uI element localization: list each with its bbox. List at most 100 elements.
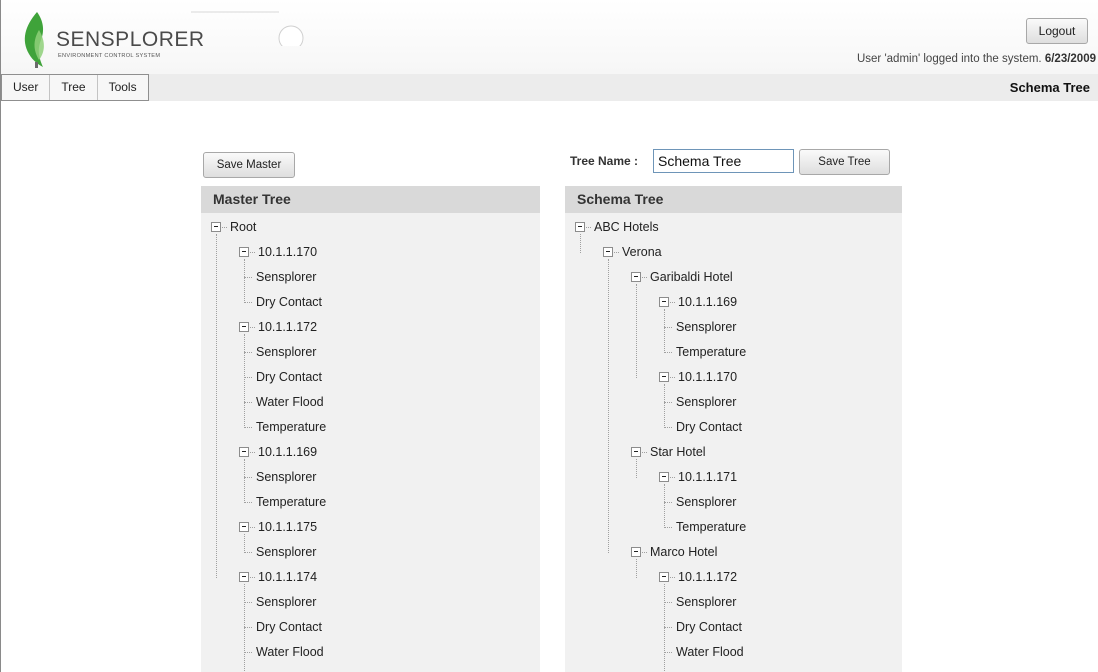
tree-branch-line: [244, 602, 252, 603]
tree-connector-line: [636, 559, 637, 578]
tree-branch-line: [244, 477, 252, 478]
tree-node-label[interactable]: Sensplorer: [676, 592, 736, 612]
tree-branch-line: [244, 277, 252, 278]
tree-node-label[interactable]: Dry Contact: [256, 617, 322, 637]
master-tree-title: Master Tree: [201, 186, 540, 213]
tree-node-label[interactable]: Dry Contact: [676, 417, 742, 437]
tree-branch-line: [664, 402, 672, 403]
tree-name-input[interactable]: [653, 149, 794, 173]
collapse-toggle-icon[interactable]: [631, 272, 641, 282]
tree-branch-line: [670, 577, 675, 578]
save-tree-button[interactable]: Save Tree: [799, 149, 890, 175]
tree-node-label[interactable]: Sensplorer: [256, 342, 316, 362]
tree-branch-line: [244, 402, 252, 403]
menu-item-user[interactable]: User: [2, 75, 51, 100]
tree-node-label[interactable]: Temperature: [676, 342, 746, 362]
tree-node-label[interactable]: Root: [230, 217, 256, 237]
collapse-toggle-icon[interactable]: [575, 222, 585, 232]
tree-node-label[interactable]: ABC Hotels: [594, 217, 659, 237]
tree-connector-line: [608, 259, 609, 553]
tree-branch-line: [250, 327, 255, 328]
collapse-toggle-icon[interactable]: [239, 247, 249, 257]
tree-node-label[interactable]: 10.1.1.170: [258, 242, 317, 262]
tree-connector-line: [244, 334, 245, 428]
collapse-toggle-icon[interactable]: [631, 447, 641, 457]
page-title: Schema Tree: [1009, 80, 1090, 95]
tree-node-label[interactable]: Water Flood: [256, 642, 324, 662]
tree-node-label[interactable]: Sensplorer: [676, 492, 736, 512]
menu-bar: User Tree Tools Schema Tree: [1, 74, 1098, 101]
tree-branch-line: [670, 302, 675, 303]
tree-node-label[interactable]: Temperature: [256, 492, 326, 512]
tree-node-label[interactable]: 10.1.1.169: [678, 292, 737, 312]
tree-branch-line: [244, 427, 252, 428]
tree-branch-line: [244, 552, 252, 553]
tree-node-label[interactable]: Garibaldi Hotel: [650, 267, 733, 287]
collapse-toggle-icon[interactable]: [659, 297, 669, 307]
tree-connector-line: [664, 309, 665, 353]
tree-branch-line: [586, 227, 591, 228]
tree-node-label[interactable]: Sensplorer: [256, 592, 316, 612]
tree-node-label[interactable]: Sensplorer: [676, 392, 736, 412]
tree-branch-line: [244, 352, 252, 353]
tree-node-label[interactable]: Sensplorer: [676, 317, 736, 337]
login-status: User 'admin' logged into the system. 6/2…: [857, 53, 1096, 65]
tree-name-label: Tree Name :: [570, 154, 639, 168]
tree-branch-line: [250, 527, 255, 528]
tree-branch-line: [664, 527, 672, 528]
tree-node-label[interactable]: Temperature: [256, 417, 326, 437]
tree-connector-line: [664, 484, 665, 528]
collapse-toggle-icon[interactable]: [239, 322, 249, 332]
tree-branch-line: [664, 327, 672, 328]
tree-branch-line: [664, 352, 672, 353]
tree-branch-line: [664, 427, 672, 428]
tree-node-label[interactable]: Star Hotel: [650, 442, 706, 462]
tree-branch-line: [244, 502, 252, 503]
collapse-toggle-icon[interactable]: [239, 447, 249, 457]
tree-node-label[interactable]: Water Flood: [256, 392, 324, 412]
collapse-toggle-icon[interactable]: [239, 572, 249, 582]
tree-node-label[interactable]: 10.1.1.170: [678, 367, 737, 387]
tree-node-label[interactable]: 10.1.1.171: [678, 467, 737, 487]
collapse-toggle-icon[interactable]: [631, 547, 641, 557]
master-tree-panel: Master Tree Root 10.1.1.170 Sensplorer Dry …: [201, 186, 540, 672]
tree-node-label[interactable]: Dry Contact: [256, 367, 322, 387]
page: SENSPLORER ENVIRONMENT CONTROL SYSTEM Lo…: [0, 0, 1098, 672]
menu-item-tree[interactable]: Tree: [50, 75, 98, 100]
logout-button[interactable]: Logout: [1026, 18, 1088, 44]
collapse-toggle-icon[interactable]: [211, 222, 221, 232]
save-master-button[interactable]: Save Master: [203, 152, 295, 178]
tree-node-label[interactable]: Water Flood: [676, 642, 744, 662]
menu-item-tools[interactable]: Tools: [98, 75, 148, 100]
brand-name: SENSPLORER: [56, 28, 205, 51]
collapse-toggle-icon[interactable]: [239, 522, 249, 532]
tree-branch-line: [670, 477, 675, 478]
collapse-toggle-icon[interactable]: [603, 247, 613, 257]
tree-connector-line: [580, 234, 581, 253]
tree-node-label[interactable]: Sensplorer: [256, 467, 316, 487]
tree-node-label[interactable]: Marco Hotel: [650, 542, 717, 562]
tree-node-label[interactable]: Dry Contact: [256, 292, 322, 312]
schema-tree-title: Schema Tree: [565, 186, 902, 213]
tree-branch-line: [614, 252, 619, 253]
tree-node-label[interactable]: Verona: [622, 242, 662, 262]
collapse-toggle-icon[interactable]: [659, 472, 669, 482]
tree-node-label[interactable]: 10.1.1.172: [258, 317, 317, 337]
collapse-toggle-icon[interactable]: [659, 372, 669, 382]
tree-node-label[interactable]: Sensplorer: [256, 542, 316, 562]
tree-node-label[interactable]: 10.1.1.172: [678, 567, 737, 587]
tree-branch-line: [642, 277, 647, 278]
tree-branch-line: [244, 302, 252, 303]
tree-node-label[interactable]: 10.1.1.175: [258, 517, 317, 537]
tree-node-label[interactable]: Temperature: [676, 517, 746, 537]
tree-node-label[interactable]: Sensplorer: [256, 267, 316, 287]
tree-branch-line: [664, 602, 672, 603]
tree-branch-line: [664, 627, 672, 628]
collapse-toggle-icon[interactable]: [659, 572, 669, 582]
tree-node-label[interactable]: Dry Contact: [676, 617, 742, 637]
login-date: 6/23/2009: [1044, 53, 1096, 65]
tree-node-label[interactable]: 10.1.1.174: [258, 567, 317, 587]
tree-node-label[interactable]: 10.1.1.169: [258, 442, 317, 462]
brand-subtitle: ENVIRONMENT CONTROL SYSTEM: [58, 53, 161, 59]
tree-connector-line: [664, 384, 665, 428]
